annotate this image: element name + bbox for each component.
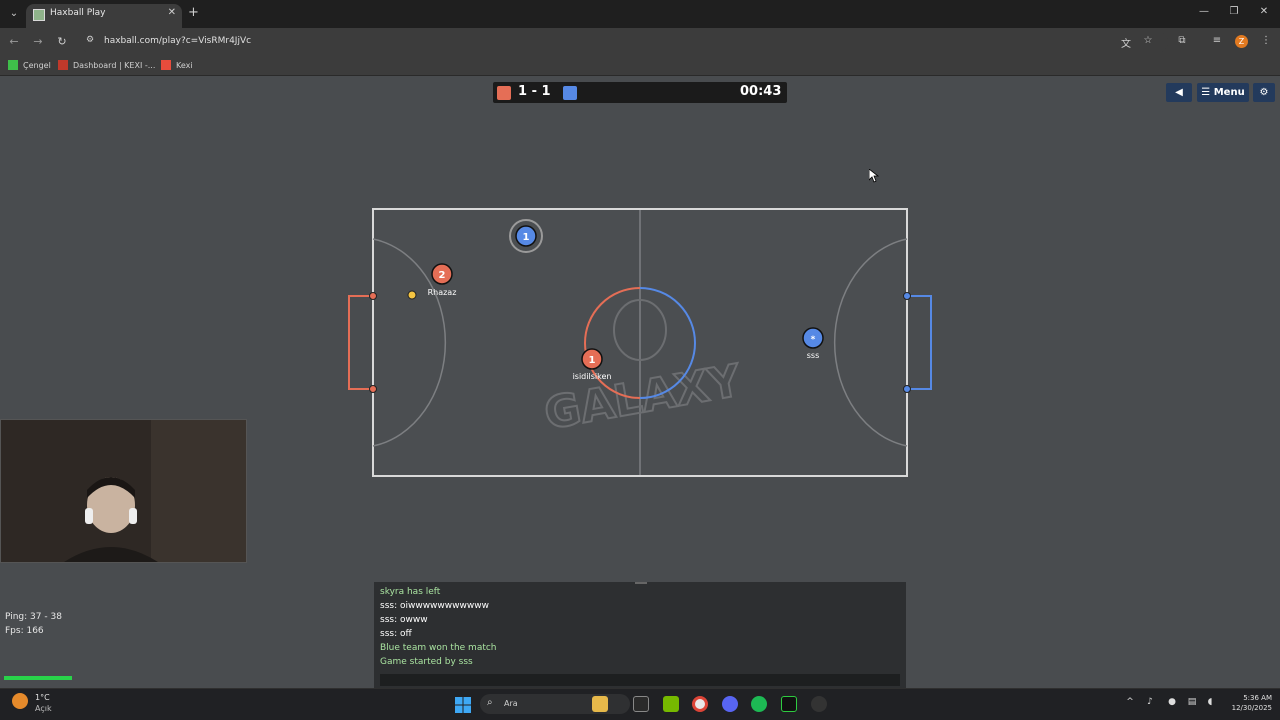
profile-avatar[interactable]: Z [1235, 35, 1248, 48]
player-name: sss [807, 351, 820, 360]
player-number: 1 [523, 232, 530, 243]
gear-icon: ⚙ [1259, 87, 1269, 98]
goal-post [369, 385, 377, 393]
chrome-icon[interactable] [692, 696, 708, 712]
ping-graph [4, 676, 72, 680]
bookmark-star-icon[interactable]: ☆ [1141, 35, 1155, 49]
windows-start-icon[interactable] [455, 697, 471, 713]
bookmark-label: Dashboard | KEXI -... [73, 60, 156, 70]
weather-icon[interactable] [12, 693, 28, 709]
bookmark-kexi-icon [161, 60, 171, 70]
app-icon[interactable] [811, 696, 827, 712]
more-menu-icon[interactable]: ⋮ [1259, 35, 1273, 49]
search-icon: ⌕ [487, 697, 493, 708]
back-arrow-icon[interactable]: ← [6, 34, 22, 50]
browser-tab[interactable]: Haxball Play ✕ [26, 4, 182, 28]
player-name: Rhazaz [428, 288, 457, 297]
bookmark-kexi[interactable]: Kexi [161, 60, 193, 70]
new-tab-plus-icon[interactable]: + [188, 5, 199, 20]
blue-team-indicator [563, 86, 577, 100]
player-number: * [811, 335, 816, 345]
bookmark-kexi-icon [58, 60, 68, 70]
weather-condition[interactable]: Açık [35, 704, 52, 713]
volume-icon[interactable]: ◖ [1203, 697, 1217, 707]
minimize-icon[interactable]: — [1194, 6, 1214, 17]
taskbar-clock[interactable]: 5:36 AM 12/30/2025 [1228, 693, 1272, 713]
tab-list-chevron-icon[interactable]: ⌄ [6, 6, 22, 22]
bookmark-dashboard[interactable]: Dashboard | KEXI -... [58, 60, 155, 70]
microphone-icon[interactable]: ● [1165, 697, 1179, 707]
file-explorer-icon[interactable] [592, 696, 608, 712]
task-view-icon[interactable] [633, 696, 649, 712]
player-number: 2 [439, 270, 446, 281]
fps-text: Fps: 166 [5, 626, 44, 636]
bookmark-label: Kexi [176, 60, 193, 70]
goal-post [369, 292, 377, 300]
forward-arrow-icon[interactable]: → [30, 34, 46, 50]
red-goal [348, 295, 373, 390]
player-name: isidilsiken [573, 372, 612, 381]
ping-text: Ping: 37 - 38 [5, 612, 62, 622]
chat-line: skyra has left [380, 587, 441, 597]
media-controls-icon[interactable]: ≡ [1210, 35, 1224, 49]
bookmarks-bar: Çengel Dashboard | KEXI -... Kexi [0, 56, 1280, 76]
browser-tab-bar: ⌄ Haxball Play ✕ + — ❐ ✕ [0, 0, 1280, 28]
menu-label: Menu [1213, 87, 1245, 98]
hamburger-icon: ☰ [1201, 87, 1211, 98]
bookmark-k-icon [8, 60, 18, 70]
discord-icon[interactable] [722, 696, 738, 712]
menu-button[interactable]: ☰ Menu [1197, 83, 1249, 102]
goal-post [903, 292, 911, 300]
haxball-favicon-icon [33, 9, 45, 21]
url-text[interactable]: haxball.com/play?c=VisRMr4JjVc [104, 36, 251, 46]
speaker-icon[interactable]: ♪ [1143, 697, 1157, 707]
red-team-indicator [497, 86, 511, 100]
spotify-icon[interactable] [751, 696, 767, 712]
goal-post [903, 385, 911, 393]
terminal-icon[interactable] [781, 696, 797, 712]
chat-input[interactable] [380, 674, 900, 686]
tab-title: Haxball Play [50, 8, 106, 18]
weather-temperature[interactable]: 1°C [35, 693, 50, 702]
chat-resize-handle[interactable] [635, 582, 647, 584]
webcam-person-image [1, 420, 246, 562]
chat-line: Game started by sss [380, 657, 473, 667]
tab-close-icon[interactable]: ✕ [168, 7, 176, 18]
chat-panel: skyra has left sss: oiwwwwwwwwwww sss: o… [374, 582, 906, 688]
soccer-field: GALAXY 1 2 Rhazaz 1 isidilsiken * sss [348, 208, 932, 477]
extensions-puzzle-icon[interactable]: ⧉ [1175, 35, 1189, 49]
network-stats: Ping: 37 - 38 Fps: 166 [5, 610, 62, 638]
search-placeholder: Ara [504, 699, 518, 708]
restore-icon[interactable]: ❐ [1224, 6, 1244, 17]
network-icon[interactable]: ▤ [1185, 697, 1199, 707]
speaker-icon: ◀ [1175, 87, 1183, 98]
chat-line: Blue team won the match [380, 643, 497, 653]
webcam-overlay [0, 419, 247, 563]
score-text: 1 - 1 [518, 84, 551, 99]
clock-date: 12/30/2025 [1231, 704, 1272, 712]
sound-toggle-button[interactable]: ◀ [1166, 83, 1192, 102]
chat-line: sss: owww [380, 615, 428, 625]
window-close-icon[interactable]: ✕ [1254, 6, 1274, 17]
nvidia-icon[interactable] [663, 696, 679, 712]
site-settings-icon[interactable]: ⚙ [86, 35, 100, 49]
mouse-cursor-icon [869, 169, 879, 183]
player-number: 1 [589, 355, 596, 366]
blue-goal [907, 295, 932, 390]
bookmark-label: Çengel [23, 60, 51, 70]
clock-time: 5:36 AM [1243, 694, 1272, 702]
match-timer: 00:43 [740, 84, 782, 99]
ball [407, 290, 417, 300]
reload-icon[interactable]: ↻ [54, 34, 70, 50]
bookmark-cengel[interactable]: Çengel [8, 60, 51, 70]
chat-line: sss: off [380, 629, 412, 639]
tray-chevron-icon[interactable]: ^ [1123, 697, 1137, 707]
translate-icon[interactable]: 文 [1119, 35, 1133, 50]
settings-button[interactable]: ⚙ [1253, 83, 1275, 102]
chat-line: sss: oiwwwwwwwwwww [380, 601, 489, 611]
